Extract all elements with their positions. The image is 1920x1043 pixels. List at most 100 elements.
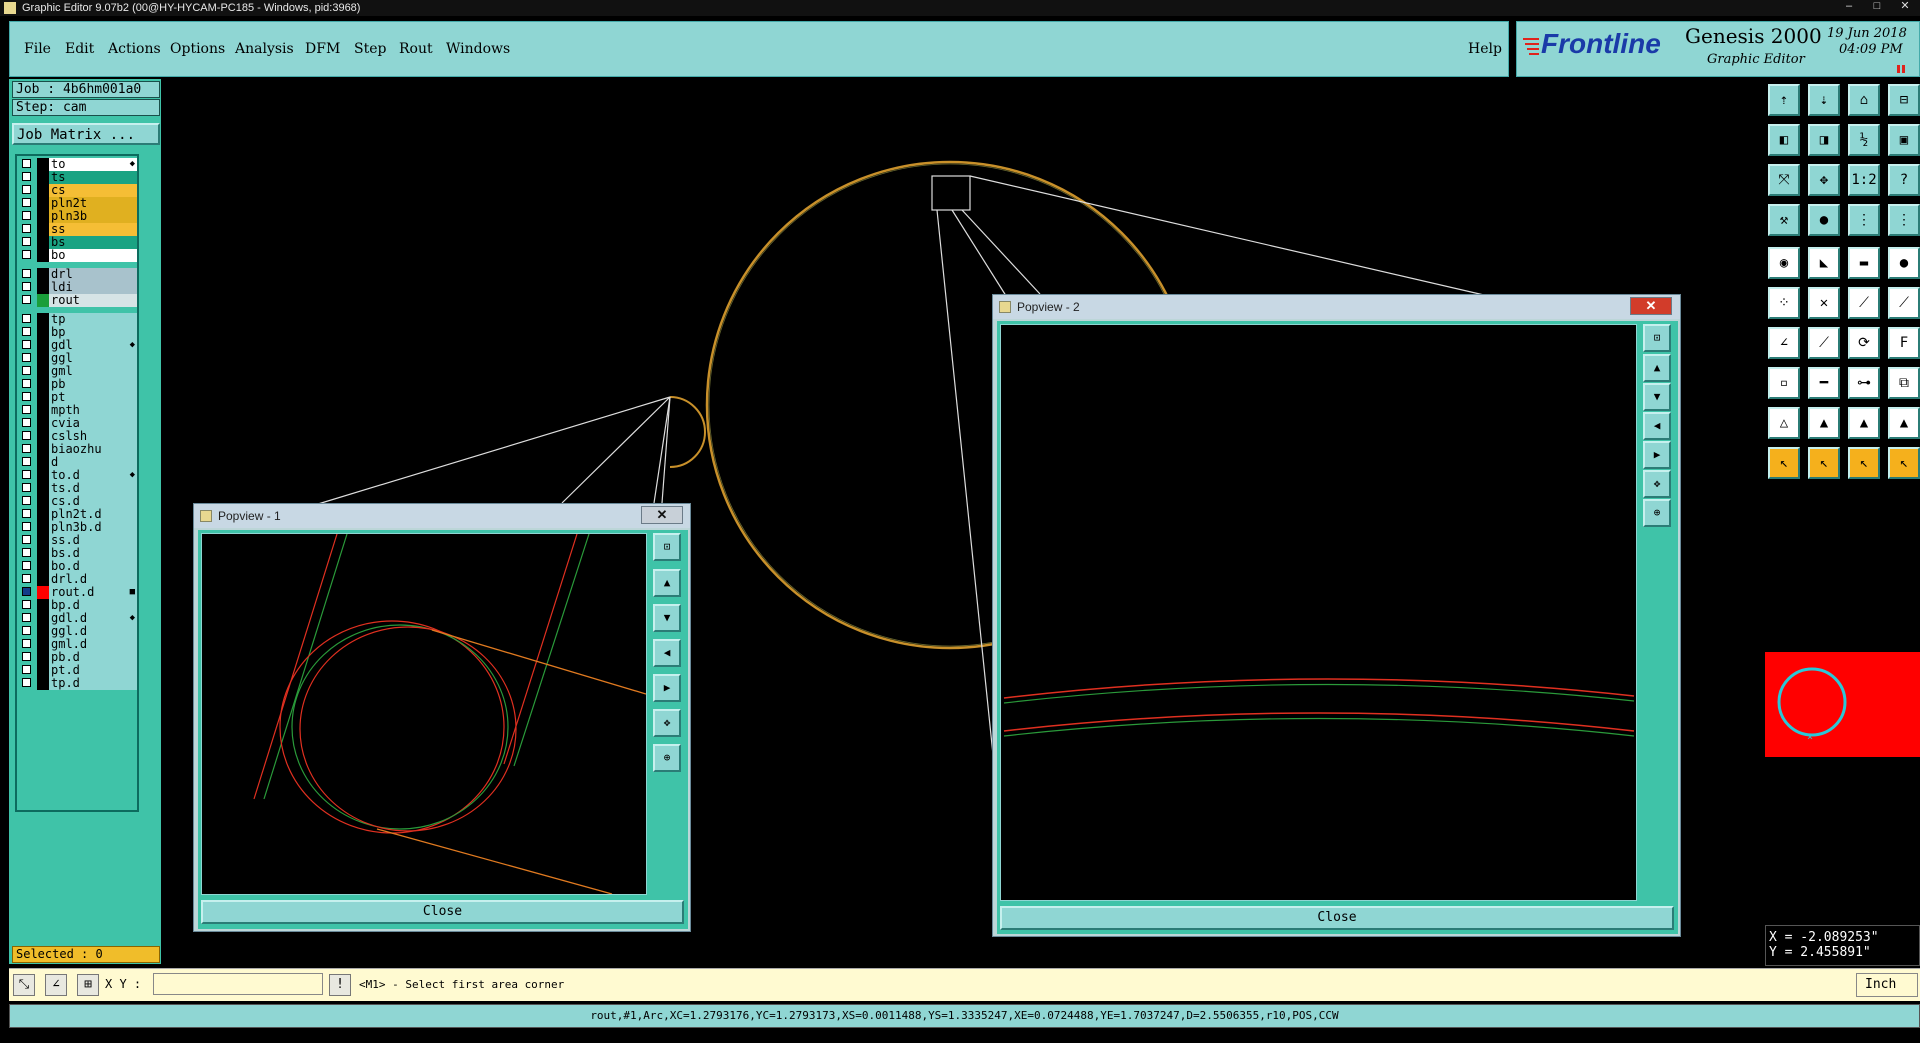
layer-color-swatch[interactable]: [37, 210, 49, 223]
grid-mode-icon[interactable]: ⊞: [77, 974, 99, 996]
layer-color-swatch[interactable]: [37, 456, 49, 469]
popview-2-close-button[interactable]: Close: [1000, 906, 1674, 930]
arrow-up-icon[interactable]: ▲: [653, 569, 681, 597]
layer-checkbox[interactable]: [22, 548, 31, 557]
pan-icon[interactable]: ⊡: [653, 533, 681, 561]
info-icon[interactable]: !: [329, 974, 351, 996]
arrow-right-icon[interactable]: ▶: [1643, 441, 1671, 469]
layer-color-swatch[interactable]: [37, 197, 49, 210]
zoom-fit-icon[interactable]: ✥: [1808, 164, 1840, 196]
arrow-left-icon[interactable]: ◀: [1643, 412, 1671, 440]
layer-color-swatch[interactable]: [37, 560, 49, 573]
angle-mode-icon[interactable]: ∠: [45, 974, 67, 996]
layer-checkbox[interactable]: [22, 269, 31, 278]
angle-icon[interactable]: ∠: [1768, 327, 1800, 359]
arrow-down-icon[interactable]: ▼: [653, 604, 681, 632]
grid-icon[interactable]: ⋮: [1888, 204, 1920, 236]
triangle-3-icon[interactable]: ▲: [1848, 407, 1880, 439]
zoom-out-icon[interactable]: ✥: [1643, 470, 1671, 498]
layer-row-bs[interactable]: bs: [19, 236, 137, 249]
zoom-in-icon[interactable]: ⊕: [653, 744, 681, 772]
layer-checkbox[interactable]: [22, 379, 31, 388]
popview-2-canvas[interactable]: [1000, 324, 1637, 901]
shapes-icon[interactable]: ⧉: [1888, 367, 1920, 399]
layer-checkbox[interactable]: [22, 678, 31, 687]
layer-color-swatch[interactable]: [37, 352, 49, 365]
dimension-icon[interactable]: ⊶: [1848, 367, 1880, 399]
link-icon[interactable]: ⟋: [1888, 287, 1920, 319]
layer-row-pln3b[interactable]: pln3b: [19, 210, 137, 223]
layer-color-swatch[interactable]: [37, 482, 49, 495]
triangle-4-icon[interactable]: ▲: [1888, 407, 1920, 439]
layer-name[interactable]: tp.d: [49, 677, 137, 690]
menu-options[interactable]: Options: [170, 41, 225, 57]
layer-color-swatch[interactable]: [37, 171, 49, 184]
layer-checkbox[interactable]: [22, 366, 31, 375]
layer-checkbox[interactable]: [22, 535, 31, 544]
layer-checkbox[interactable]: [22, 185, 31, 194]
layer-color-swatch[interactable]: [37, 339, 49, 352]
layer-row-gml[interactable]: gml: [19, 365, 137, 378]
help-icon[interactable]: ?: [1888, 164, 1920, 196]
zoom-ratio-icon[interactable]: ½: [1848, 124, 1880, 156]
layer-checkbox[interactable]: [22, 237, 31, 246]
layer-checkbox[interactable]: [22, 392, 31, 401]
layer-checkbox[interactable]: [22, 600, 31, 609]
layer-checkbox[interactable]: [22, 314, 31, 323]
layer-checkbox[interactable]: [22, 327, 31, 336]
arrow-down-icon[interactable]: ▼: [1643, 383, 1671, 411]
right-icon[interactable]: ◨: [1808, 124, 1840, 156]
arrow-right-icon[interactable]: ▶: [653, 674, 681, 702]
layer-color-swatch[interactable]: [37, 677, 49, 690]
popview-1-close-icon[interactable]: ✕: [641, 506, 683, 524]
layer-color-swatch[interactable]: [37, 443, 49, 456]
triangle-icon[interactable]: △: [1768, 407, 1800, 439]
layer-checkbox[interactable]: [22, 652, 31, 661]
layer-row-gdl[interactable]: gdl ◆: [19, 339, 137, 352]
layer-checkbox[interactable]: [22, 418, 31, 427]
pointer-4-icon[interactable]: ↖: [1888, 447, 1920, 479]
layer-checkbox[interactable]: [22, 457, 31, 466]
zoom-in-icon[interactable]: ⊕: [1643, 499, 1671, 527]
layer-checkbox[interactable]: [22, 626, 31, 635]
select-mode-icon[interactable]: ⤡: [13, 974, 35, 996]
layer-color-swatch[interactable]: [37, 268, 49, 281]
layer-row-ts[interactable]: ts: [19, 171, 137, 184]
menu-dfm[interactable]: DFM: [305, 41, 340, 57]
layer-checkbox[interactable]: [22, 613, 31, 622]
layer-row-bp[interactable]: bp: [19, 326, 137, 339]
layer-color-swatch[interactable]: [37, 326, 49, 339]
layer-checkbox[interactable]: [22, 587, 31, 596]
layer-checkbox[interactable]: [22, 159, 31, 168]
layer-color-swatch[interactable]: [37, 521, 49, 534]
menu-step[interactable]: Step: [354, 41, 386, 57]
measure-icon[interactable]: ⚒: [1768, 204, 1800, 236]
line-icon[interactable]: ⟋: [1808, 327, 1840, 359]
layer-color-swatch[interactable]: [37, 430, 49, 443]
layer-color-swatch[interactable]: [37, 625, 49, 638]
menu-actions[interactable]: Actions: [108, 41, 161, 57]
layer-checkbox[interactable]: [22, 561, 31, 570]
overview-preview[interactable]: ×: [1765, 652, 1920, 757]
window-icon[interactable]: ⊟: [1888, 84, 1920, 116]
layer-checkbox[interactable]: [22, 444, 31, 453]
layer-checkbox[interactable]: [22, 405, 31, 414]
layer-color-swatch[interactable]: [37, 313, 49, 326]
pointer-icon[interactable]: ↖: [1768, 447, 1800, 479]
job-matrix-button[interactable]: Job Matrix ...: [12, 123, 160, 145]
layer-checkbox[interactable]: [22, 295, 31, 304]
menu-help[interactable]: Help: [1468, 41, 1502, 57]
layer-checkbox[interactable]: [22, 431, 31, 440]
layer-color-swatch[interactable]: [37, 365, 49, 378]
popview-1-canvas[interactable]: [201, 533, 647, 895]
dash-icon[interactable]: ━: [1808, 367, 1840, 399]
layer-color-swatch[interactable]: [37, 404, 49, 417]
minimize-icon[interactable]: –: [1838, 0, 1860, 12]
layer-color-swatch[interactable]: [37, 586, 49, 599]
layer-color-swatch[interactable]: [37, 573, 49, 586]
layer-color-swatch[interactable]: [37, 281, 49, 294]
pointer-2-icon[interactable]: ↖: [1808, 447, 1840, 479]
layer-color-swatch[interactable]: [37, 223, 49, 236]
down-layer-icon[interactable]: ⇣: [1808, 84, 1840, 116]
cross-icon[interactable]: ✕: [1808, 287, 1840, 319]
